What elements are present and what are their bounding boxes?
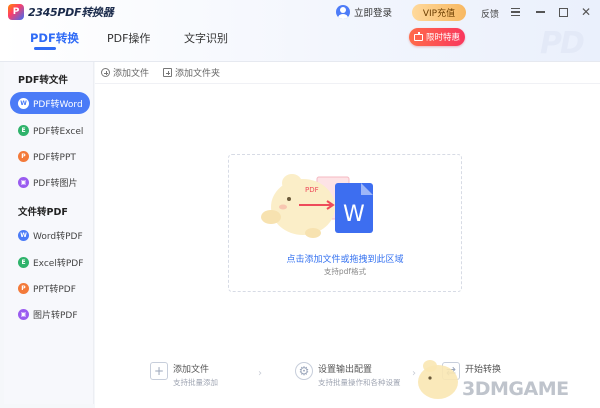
header: P 2345PDF转换器 立即登录 VIP充值 反馈 ✕ PDF转换 PDF操作…	[0, 0, 600, 62]
excel-icon: E	[18, 124, 29, 136]
sidebar-item-word-to-pdf[interactable]: W Word转PDF	[10, 224, 90, 246]
word-doc-glyph: W	[343, 202, 365, 227]
sidebar-item-label: PDF转Word	[33, 99, 83, 110]
close-icon[interactable]: ✕	[577, 3, 595, 21]
sidebar-item-label: PDF转Excel	[33, 126, 84, 137]
user-avatar-icon	[336, 5, 350, 19]
step-title: 设置输出配置	[318, 365, 373, 375]
step-output-settings: ⚙ 设置输出配置 支持批量操作和各种设置	[295, 362, 401, 388]
app-logo: P 2345PDF转换器	[8, 4, 114, 20]
watermark-text: 3DMGAME	[462, 378, 569, 400]
sidebar-item-pdf-to-excel[interactable]: E PDF转Excel	[10, 119, 90, 141]
step-add-file: + 添加文件 支持批量添加	[150, 362, 218, 388]
limited-offer-button[interactable]: 限时特惠	[409, 28, 465, 46]
sidebar-item-excel-to-pdf[interactable]: E Excel转PDF	[10, 251, 90, 273]
mascot-pdf-to-word-illustration: PDF W	[261, 174, 373, 238]
step-arrow-icon: ›	[258, 368, 262, 379]
add-file-icon: +	[150, 362, 168, 380]
image-icon: ▣	[18, 176, 29, 188]
ppt-icon: P	[18, 150, 29, 162]
add-folder-label: 添加文件夹	[175, 69, 221, 79]
plus-circle-icon	[101, 68, 110, 77]
sidebar-group-pdf-to-file: PDF转文件	[18, 75, 68, 86]
main-panel: 添加文件 添加文件夹 PDF W 点击添加文件或拖拽到此区域 支持pdf格式 +…	[95, 62, 600, 408]
step-title: 添加文件	[173, 365, 210, 375]
vip-recharge-button[interactable]: VIP充值	[412, 4, 466, 21]
sidebar-item-pdf-to-image[interactable]: ▣ PDF转图片	[10, 171, 90, 193]
sidebar-item-label: 图片转PDF	[33, 310, 78, 321]
menu-icon[interactable]	[506, 3, 524, 21]
login-label: 立即登录	[354, 8, 393, 19]
word-icon: W	[18, 97, 29, 109]
sidebar: PDF转文件 W PDF转Word E PDF转Excel P PDF转PPT …	[4, 62, 94, 404]
add-file-button[interactable]: 添加文件	[101, 66, 149, 79]
drop-zone-subtitle: 支持pdf格式	[323, 267, 367, 276]
minimize-icon[interactable]	[531, 3, 549, 21]
tab-text-recognition[interactable]: 文字识别	[184, 30, 228, 46]
file-toolbar: 添加文件 添加文件夹	[95, 62, 600, 84]
gift-icon	[413, 31, 423, 41]
login-button[interactable]: 立即登录	[336, 5, 392, 19]
add-file-label: 添加文件	[113, 69, 150, 79]
ppt-icon: P	[18, 282, 29, 294]
sidebar-item-pdf-to-word[interactable]: W PDF转Word	[10, 92, 90, 114]
excel-icon: E	[18, 256, 29, 268]
sidebar-item-pdf-to-ppt[interactable]: P PDF转PPT	[10, 145, 90, 167]
plus-box-icon	[163, 68, 173, 77]
watermark-mascot-icon	[418, 360, 458, 399]
promo-label: 限时特惠	[425, 33, 460, 43]
tab-pdf-convert[interactable]: PDF转换	[30, 30, 79, 46]
file-drop-zone[interactable]: PDF W 点击添加文件或拖拽到此区域 支持pdf格式	[228, 154, 462, 292]
sidebar-item-ppt-to-pdf[interactable]: P PPT转PDF	[10, 277, 90, 299]
sidebar-item-label: PPT转PDF	[33, 284, 76, 295]
maximize-icon[interactable]	[554, 3, 572, 21]
sidebar-item-label: PDF转图片	[33, 178, 78, 189]
pdf-badge-text: PDF	[305, 186, 319, 194]
step-subtitle: 支持批量操作和各种设置	[318, 378, 401, 387]
step-title: 开始转换	[465, 365, 502, 375]
settings-icon: ⚙	[295, 362, 313, 380]
sidebar-item-label: Word转PDF	[33, 231, 83, 242]
word-icon: W	[18, 229, 29, 241]
logo-icon: P	[8, 4, 24, 20]
add-folder-button[interactable]: 添加文件夹	[163, 66, 220, 79]
image-icon: ▣	[18, 308, 29, 320]
feedback-link[interactable]: 反馈	[481, 7, 499, 20]
sidebar-item-image-to-pdf[interactable]: ▣ 图片转PDF	[10, 303, 90, 325]
active-tab-indicator	[34, 47, 56, 50]
app-title: 2345PDF转换器	[28, 6, 114, 19]
drop-zone-title: 点击添加文件或拖拽到此区域	[286, 255, 404, 265]
sidebar-item-label: PDF转PPT	[33, 152, 76, 163]
pd-watermark: PD	[540, 26, 585, 61]
sidebar-item-label: Excel转PDF	[33, 258, 84, 269]
step-subtitle: 支持批量添加	[173, 378, 218, 387]
sidebar-group-file-to-pdf: 文件转PDF	[18, 207, 68, 218]
tab-pdf-operations[interactable]: PDF操作	[107, 30, 150, 46]
